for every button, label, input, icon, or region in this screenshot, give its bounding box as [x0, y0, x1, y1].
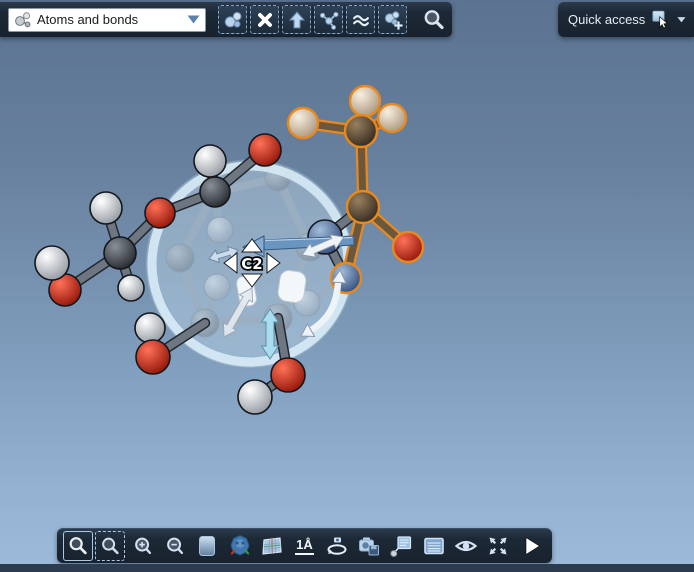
atom-Cb[interactable] [347, 191, 379, 223]
orientation-button[interactable] [225, 531, 255, 561]
manipulator-handle[interactable] [277, 269, 307, 303]
snapshot-button[interactable] [354, 531, 384, 561]
add-atoms-button[interactable] [378, 5, 407, 34]
atom-H[interactable] [135, 313, 165, 343]
play-icon [519, 534, 543, 558]
delete-button[interactable] [250, 5, 279, 34]
approximate-icon [350, 9, 372, 31]
atom-Hb[interactable] [350, 86, 380, 116]
molecule-icon [14, 11, 32, 29]
atom-Hb[interactable] [378, 104, 406, 132]
search-button[interactable] [419, 5, 448, 34]
lattice-plane-button[interactable] [257, 531, 287, 561]
magnifier-icon [67, 535, 89, 557]
fit-view-arrows-icon [486, 534, 510, 558]
arrow-up-icon [286, 9, 308, 31]
atoms-fragment-icon [222, 9, 244, 31]
lattice-plane-icon [260, 534, 284, 558]
annotation-button[interactable] [386, 531, 416, 561]
atom-O[interactable] [249, 134, 281, 166]
magnifier-icon [422, 8, 446, 32]
legend-button[interactable] [419, 531, 449, 561]
zoom-in-button[interactable] [128, 531, 158, 561]
delete-x-icon [254, 9, 276, 31]
molecular-viewer-window: C2 Atoms and bonds [0, 0, 694, 572]
atom-H[interactable] [194, 145, 226, 177]
annotation-note-icon [389, 534, 413, 558]
top-toolbar: Atoms and bonds [0, 2, 452, 37]
atom-C[interactable] [200, 177, 230, 207]
orientation-polyhedron-icon [228, 534, 252, 558]
context-dropdown-value: Atoms and bonds [37, 12, 187, 27]
bottom-toolbar: 1Å [57, 528, 552, 563]
import-button[interactable] [282, 5, 311, 34]
atom-O[interactable] [393, 232, 423, 262]
play-button[interactable] [516, 531, 546, 561]
viewport-3d[interactable]: C2 [0, 0, 694, 572]
fit-view-button[interactable] [483, 531, 513, 561]
zoom-tool-button[interactable] [63, 531, 93, 561]
scale-bar-button[interactable]: 1Å [289, 531, 319, 561]
atom-H[interactable] [238, 380, 272, 414]
quick-access-panel[interactable]: Quick access [558, 2, 694, 37]
scale-bar-icon: 1Å [295, 538, 314, 555]
quick-access-label: Quick access [568, 12, 645, 27]
magnifier-minus-icon [164, 535, 186, 557]
display-style-icon [195, 534, 219, 558]
atom-C[interactable] [104, 237, 136, 269]
orbit-camera-icon [325, 534, 349, 558]
chevron-down-icon[interactable] [677, 16, 686, 24]
selection-label: C2 [241, 255, 262, 273]
context-dropdown[interactable]: Atoms and bonds [8, 8, 206, 32]
zoom-out-button[interactable] [160, 531, 190, 561]
atom-H[interactable] [35, 246, 69, 280]
adjust-tool-button[interactable] [346, 5, 375, 34]
atom-H[interactable] [118, 275, 144, 301]
atom-O[interactable] [145, 198, 175, 228]
add-atoms-icon [382, 9, 404, 31]
dropdown-triangle-icon[interactable] [187, 15, 200, 24]
atom-Hb[interactable] [288, 108, 318, 138]
bond-tool-button[interactable] [314, 5, 343, 34]
display-style-button[interactable] [192, 531, 222, 561]
atom-O[interactable] [271, 358, 305, 392]
magnifier-plus-icon [132, 535, 154, 557]
legend-window-icon [422, 534, 446, 558]
spin-button[interactable] [322, 531, 352, 561]
atom-H[interactable] [90, 192, 122, 224]
atom-O[interactable] [136, 340, 170, 374]
panel-cursor-icon [652, 8, 670, 32]
fragment-tool-button[interactable] [218, 5, 247, 34]
atom-Cb[interactable] [345, 115, 377, 147]
eye-icon [454, 534, 478, 558]
magnifier-region-icon [99, 535, 121, 557]
footer-strip [0, 564, 694, 572]
molecule-bonds-icon [318, 9, 340, 31]
zoom-region-button[interactable] [95, 531, 125, 561]
snapshot-camera-icon [357, 534, 381, 558]
visibility-button[interactable] [451, 531, 481, 561]
